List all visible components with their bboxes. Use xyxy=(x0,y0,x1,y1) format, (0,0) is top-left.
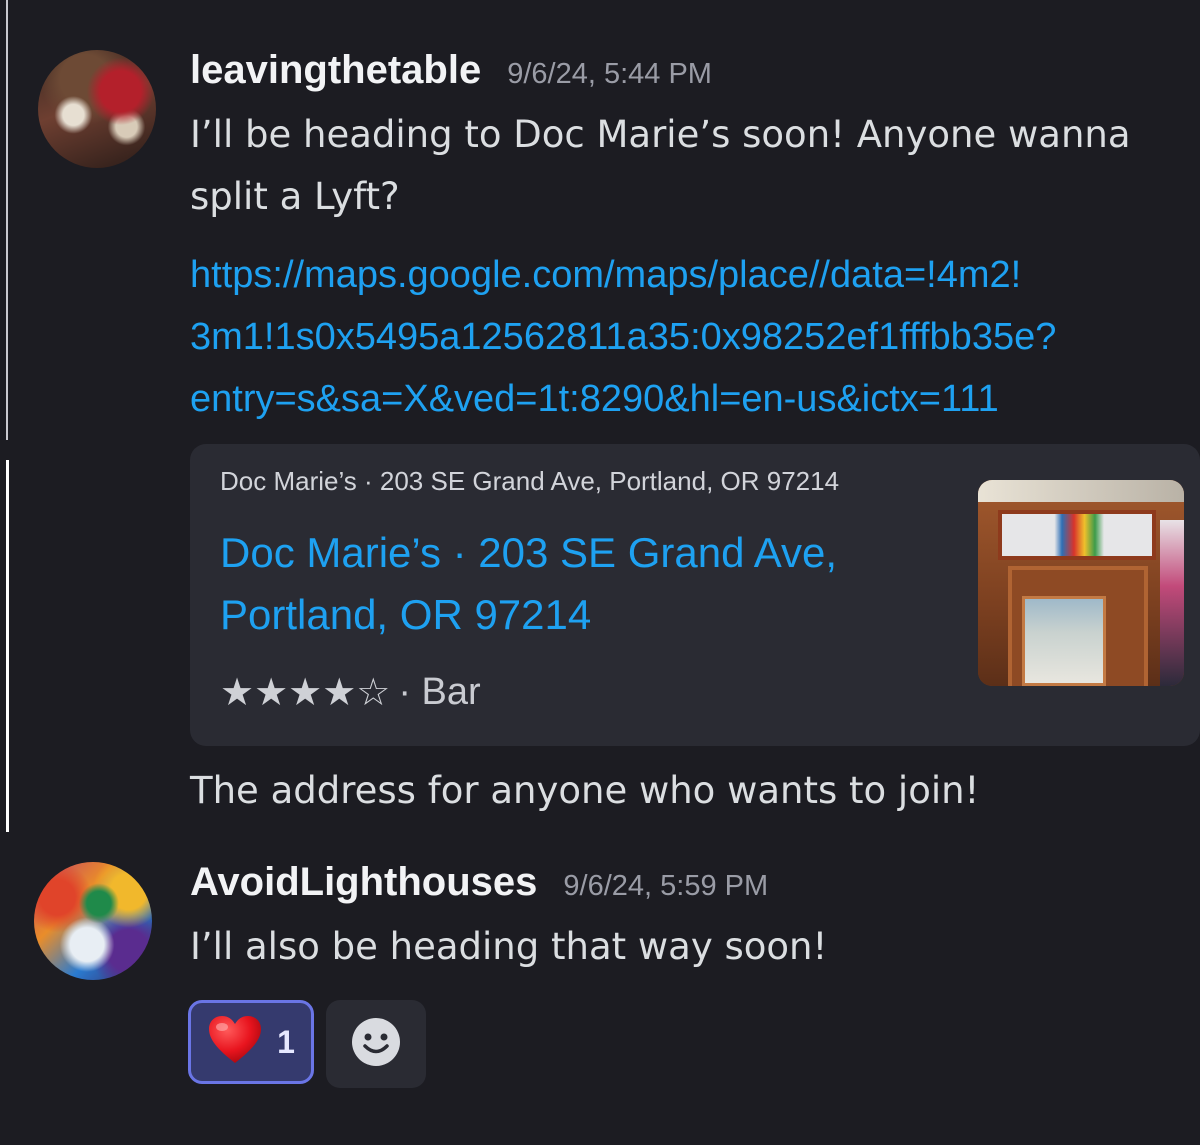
star-rating: ★★★★☆ xyxy=(220,672,391,714)
heart-reaction-button[interactable]: 1 xyxy=(188,1000,314,1084)
thread-line xyxy=(6,0,8,440)
message-text: I’ll also be heading that way soon! xyxy=(190,925,828,968)
message-header: AvoidLighthouses 9/6/24, 5:59 PM xyxy=(190,860,768,905)
embed-provider: Doc Marie’s · 203 SE Grand Ave, Portland… xyxy=(220,466,840,496)
embed-footer: ★★★★☆ · Bar xyxy=(220,670,481,715)
door-glass xyxy=(1022,596,1106,686)
timestamp: 9/6/24, 5:59 PM xyxy=(563,870,769,902)
embed-title-link[interactable]: Doc Marie’s · 203 SE Grand Ave, Portland… xyxy=(220,522,920,646)
heart-icon xyxy=(207,1015,263,1069)
smiley-icon xyxy=(350,1016,402,1072)
embed-category: · Bar xyxy=(398,671,481,713)
avatar-leavingthetable[interactable] xyxy=(38,50,156,168)
username[interactable]: leavingthetable xyxy=(190,48,481,93)
reactions-bar: 1 xyxy=(188,1000,426,1088)
followup-message-text: The address for anyone who wants to join… xyxy=(190,769,980,812)
message-header: leavingthetable 9/6/24, 5:44 PM xyxy=(190,48,712,93)
embed-thumbnail-image[interactable] xyxy=(978,480,1184,686)
timestamp: 9/6/24, 5:44 PM xyxy=(507,58,712,90)
thread-line-highlight xyxy=(6,460,9,832)
link-embed: Doc Marie’s · 203 SE Grand Ave, Portland… xyxy=(190,444,1200,746)
awning xyxy=(978,480,1184,502)
add-reaction-button[interactable] xyxy=(326,1000,426,1088)
side-poster xyxy=(1160,520,1184,686)
username[interactable]: AvoidLighthouses xyxy=(190,860,537,905)
reaction-count: 1 xyxy=(277,1023,295,1060)
maps-link[interactable]: https://maps.google.com/maps/place//data… xyxy=(190,244,1190,430)
chat-view: leavingthetable 9/6/24, 5:44 PM I’ll be … xyxy=(0,0,1200,1145)
stained-glass-transom xyxy=(998,510,1156,560)
avatar-avoidlighthouses[interactable] xyxy=(34,862,152,980)
message-text: I’ll be heading to Doc Marie’s soon! Any… xyxy=(190,113,1131,218)
